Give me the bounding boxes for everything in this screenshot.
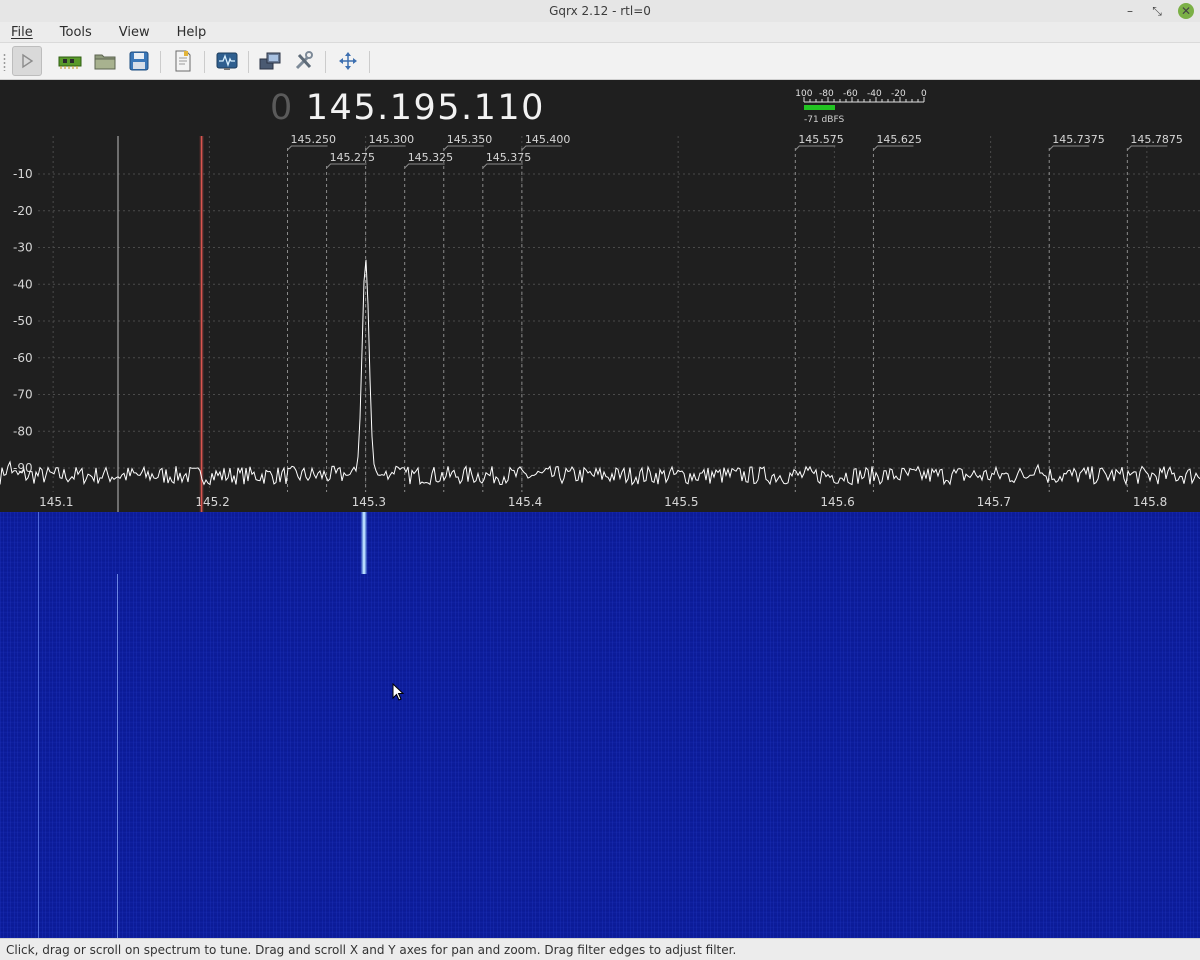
y-tick-label: -10	[13, 167, 33, 181]
play-icon	[22, 53, 34, 69]
start-dsp-button[interactable]	[12, 46, 42, 76]
bookmark-tab	[1048, 145, 1090, 151]
main-toolbar	[0, 42, 1200, 80]
title-bar: Gqrx 2.12 - rtl=0 – ⤡ ✕	[0, 0, 1200, 22]
bookmark-label: 145.350	[447, 133, 493, 146]
toolbar-separator	[369, 51, 370, 73]
toolbar-separator	[160, 51, 161, 73]
menu-file[interactable]: File	[6, 25, 38, 40]
menu-bar: File Tools View Help	[0, 22, 1200, 42]
bookmark-tab	[365, 145, 406, 151]
waterfall-spur-line	[38, 512, 39, 938]
bookmark-tab	[482, 163, 523, 169]
iq-tool-button[interactable]	[212, 46, 242, 76]
toolbar-separator	[325, 51, 326, 73]
folder-icon	[94, 54, 116, 70]
y-tick-label: -70	[13, 388, 33, 402]
meter-readout: -71 dBFS	[804, 115, 845, 125]
meter-scale-label: -80	[819, 89, 834, 99]
frequency-display[interactable]: 0 145.195.110	[270, 88, 545, 128]
y-tick-label: -50	[13, 314, 33, 328]
mouse-pointer-icon	[392, 683, 405, 701]
bookmark-label: 145.575	[798, 133, 844, 146]
meter-scale-label: -40	[867, 89, 882, 99]
y-tick-label: -40	[13, 277, 33, 291]
x-tick-label: 145.3	[352, 495, 386, 509]
x-tick-label: 145.5	[664, 495, 698, 509]
spectrum-plot[interactable]: -10 -20 -30 -40 -50 -60 -70 -80 -90 145.1 145.2 145…	[0, 80, 1200, 512]
dxc-options-button[interactable]	[289, 46, 319, 76]
y-tick-label: -30	[13, 241, 33, 255]
bookmark-label: 145.7875	[1130, 133, 1183, 146]
floppy-disk-icon	[129, 51, 149, 71]
spectrum-canvas[interactable]: -10-20-30-40-50-60-70-80-90145.1 145.2 145…	[0, 80, 1200, 512]
window-title: Gqrx 2.12 - rtl=0	[549, 4, 651, 18]
bookmark-label: 145.7375	[1052, 133, 1105, 146]
gqrx-window: Gqrx 2.12 - rtl=0 – ⤡ ✕ File Tools View …	[0, 0, 1200, 960]
waterfall-spur-line	[117, 574, 118, 938]
bookmark-label: 145.250	[291, 133, 337, 146]
toolbar-separator	[248, 51, 249, 73]
bookmark-label: 145.275	[330, 151, 376, 164]
bookmark-tab	[404, 163, 445, 169]
toolbar-grip-handle[interactable]	[3, 53, 6, 71]
x-tick-label: 145.7	[977, 495, 1011, 509]
bookmark-label: 145.375	[486, 151, 532, 164]
save-settings-button[interactable]	[124, 46, 154, 76]
signal-meter: -100 -80 -60 -40 -20 0 -71 dBFS	[792, 88, 928, 128]
waterfall-noise	[0, 512, 1200, 938]
bookmark-tab	[521, 145, 562, 151]
io-devices-button[interactable]	[55, 46, 85, 76]
status-bar: Click, drag or scroll on spectrum to tun…	[0, 938, 1200, 960]
computers-icon	[259, 52, 281, 70]
bookmark-tab	[794, 145, 836, 151]
minimize-button[interactable]: –	[1122, 3, 1138, 19]
waterfall-display[interactable]	[0, 512, 1200, 938]
spectrum-trace	[0, 259, 1200, 486]
bookmark-tab	[443, 145, 484, 151]
meter-scale-label: -20	[891, 89, 906, 99]
frequency-digits[interactable]: 145.195.110	[306, 88, 545, 128]
waterfall-signal-trace	[361, 512, 367, 574]
toolbar-separator	[204, 51, 205, 73]
meter-scale-label: -100	[796, 89, 813, 99]
x-tick-label: 145.8	[1133, 495, 1167, 509]
bookmark-label: 145.325	[408, 151, 454, 164]
maximize-button[interactable]: ⤡	[1149, 3, 1165, 19]
hardware-board-icon	[58, 56, 82, 69]
bookmark-label: 145.400	[525, 133, 571, 146]
x-tick-label: 145.6	[820, 495, 854, 509]
dock-layout-button[interactable]	[333, 46, 363, 76]
remote-control-button[interactable]	[255, 46, 285, 76]
menu-help[interactable]: Help	[172, 25, 212, 40]
waveform-monitor-icon	[216, 52, 238, 70]
y-tick-label: -80	[13, 424, 33, 438]
bookmarks-button[interactable]	[168, 46, 198, 76]
bookmark-label: 145.300	[369, 133, 415, 146]
bookmark-tab	[873, 145, 914, 151]
document-icon	[175, 50, 191, 72]
bookmark-tab	[287, 145, 328, 151]
y-tick-label: -60	[13, 351, 33, 365]
frequency-leading-digit[interactable]: 0	[270, 88, 294, 128]
y-tick-label: -20	[13, 204, 33, 218]
bookmark-label: 145.625	[876, 133, 922, 146]
x-tick-label: 145.4	[508, 495, 542, 509]
load-settings-button[interactable]	[90, 46, 120, 76]
meter-scale-label: -60	[843, 89, 858, 99]
close-button[interactable]: ✕	[1178, 3, 1194, 19]
menu-tools[interactable]: Tools	[55, 25, 97, 40]
meter-scale-label: 0	[921, 89, 927, 99]
meter-scale: -100 -80 -60 -40 -20 0	[792, 89, 927, 103]
bookmark-tab	[326, 163, 367, 169]
x-tick-label: 145.1	[39, 495, 73, 509]
tools-icon	[295, 51, 313, 70]
menu-view[interactable]: View	[114, 25, 155, 40]
meter-level-bar	[804, 105, 836, 110]
arrows-expand-icon	[339, 52, 357, 70]
status-message: Click, drag or scroll on spectrum to tun…	[6, 942, 737, 957]
